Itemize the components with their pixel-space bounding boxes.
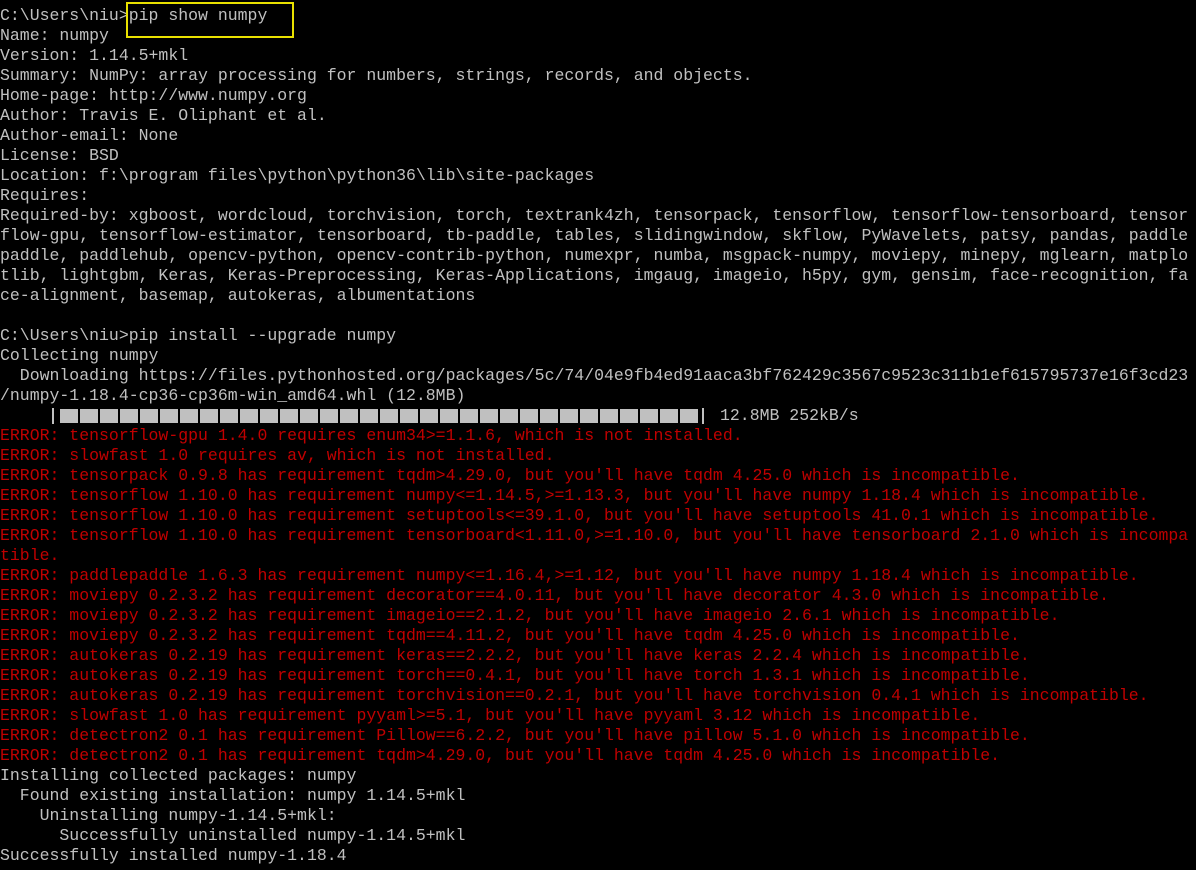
error-line: ERROR: tensorpack 0.9.8 has requirement … <box>0 466 1020 485</box>
error-line: ERROR: moviepy 0.2.3.2 has requirement i… <box>0 606 1060 625</box>
error-line: ERROR: autokeras 0.2.19 has requirement … <box>0 646 1030 665</box>
console-line: Found existing installation: numpy 1.14.… <box>0 786 466 805</box>
download-progress-bar <box>52 408 704 424</box>
highlight-box <box>126 2 294 38</box>
error-line: ERROR: slowfast 1.0 has requirement pyya… <box>0 706 981 725</box>
console-line: Requires: <box>0 186 90 205</box>
error-line: ERROR: detectron2 0.1 has requirement tq… <box>0 746 1001 765</box>
download-progress-line: 12.8MB 252kB/s <box>0 406 1188 426</box>
console-line: Location: f:\program files\python\python… <box>0 166 595 185</box>
error-line: ERROR: slowfast 1.0 requires av, which i… <box>0 446 555 465</box>
console-line: License: BSD <box>0 146 119 165</box>
console-line: Successfully uninstalled numpy-1.14.5+mk… <box>0 826 466 845</box>
console-line: Collecting numpy <box>0 346 159 365</box>
console-window[interactable]: C:\Users\niu>pip show numpy Name: numpy Ve… <box>0 0 1196 870</box>
console-line: tlib, lightgbm, Keras, Keras-Preprocessi… <box>0 266 1189 285</box>
error-line: ERROR: tensorflow 1.10.0 has requirement… <box>0 486 1149 505</box>
error-line: ERROR: moviepy 0.2.3.2 has requirement t… <box>0 626 1020 645</box>
console-line: Author-email: None <box>0 126 179 145</box>
console-output: C:\Users\niu>pip show numpy Name: numpy Ve… <box>0 6 1188 866</box>
console-line: Author: Travis E. Oliphant et al. <box>0 106 327 125</box>
console-line: flow-gpu, tensorflow-estimator, tensorbo… <box>0 226 1189 245</box>
error-line: ERROR: paddlepaddle 1.6.3 has requiremen… <box>0 566 1139 585</box>
error-line: tible. <box>0 546 60 565</box>
console-line: /numpy-1.18.4-cp36-cp36m-win_amd64.whl (… <box>0 386 466 405</box>
error-line: ERROR: detectron2 0.1 has requirement Pi… <box>0 726 1030 745</box>
console-line: Uninstalling numpy-1.14.5+mkl: <box>0 806 337 825</box>
console-line: ce-alignment, basemap, autokeras, albume… <box>0 286 476 305</box>
console-line: Downloading https://files.pythonhosted.o… <box>0 366 1189 385</box>
console-line: Required-by: xgboost, wordcloud, torchvi… <box>0 206 1189 225</box>
error-line: ERROR: autokeras 0.2.19 has requirement … <box>0 666 1030 685</box>
console-line: Home-page: http://www.numpy.org <box>0 86 307 105</box>
error-line: ERROR: tensorflow 1.10.0 has requirement… <box>0 526 1189 545</box>
console-line: Summary: NumPy: array processing for num… <box>0 66 753 85</box>
console-line: paddle, paddlehub, opencv-python, opencv… <box>0 246 1189 265</box>
console-line: C:\Users\niu>pip install --upgrade numpy <box>0 326 397 345</box>
console-line: Successfully installed numpy-1.18.4 <box>0 846 347 865</box>
error-line: ERROR: moviepy 0.2.3.2 has requirement d… <box>0 586 1109 605</box>
error-line: ERROR: tensorflow-gpu 1.4.0 requires enu… <box>0 426 743 445</box>
error-line: ERROR: tensorflow 1.10.0 has requirement… <box>0 506 1159 525</box>
download-progress-info: 12.8MB 252kB/s <box>720 406 859 425</box>
console-line: Installing collected packages: numpy <box>0 766 357 785</box>
error-line: ERROR: autokeras 0.2.19 has requirement … <box>0 686 1149 705</box>
console-line: Version: 1.14.5+mkl <box>0 46 189 65</box>
download-progress-fill <box>60 409 700 423</box>
